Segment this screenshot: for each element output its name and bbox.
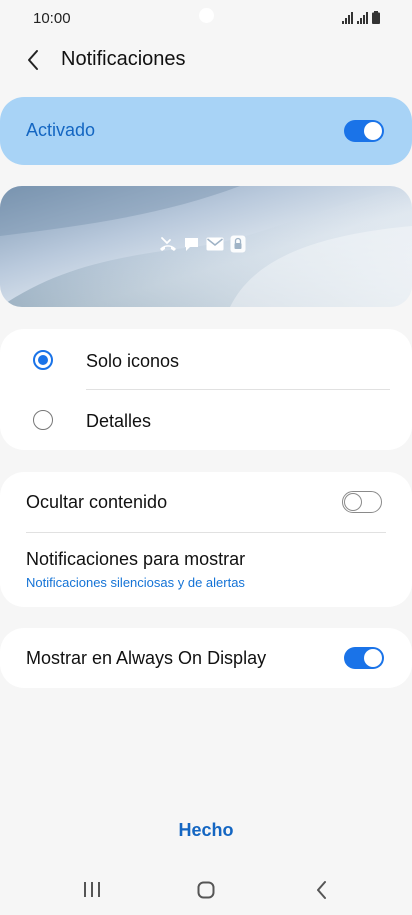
- header: Notificaciones: [0, 40, 412, 80]
- master-toggle[interactable]: [344, 120, 384, 142]
- aod-toggle[interactable]: [344, 647, 384, 669]
- missed-call-icon: [160, 237, 176, 251]
- done-button[interactable]: Hecho: [0, 820, 412, 841]
- toggle-knob: [364, 122, 382, 140]
- status-time: 10:00: [33, 10, 71, 27]
- hide-content-label: Ocultar contenido: [26, 492, 168, 512]
- recent-apps-button[interactable]: [77, 878, 107, 902]
- content-settings-card: Ocultar contenido Notificaciones para mo…: [0, 472, 412, 607]
- back-button[interactable]: [22, 48, 46, 72]
- home-button[interactable]: [191, 878, 221, 902]
- always-on-display-card[interactable]: Mostrar en Always On Display: [0, 628, 412, 688]
- back-icon: [317, 881, 326, 899]
- recent-apps-icon: [84, 882, 100, 897]
- aod-label: Mostrar en Always On Display: [26, 648, 267, 668]
- email-icon: [206, 237, 224, 251]
- signal-icon: [342, 12, 353, 24]
- option-label: Solo iconos: [86, 351, 180, 371]
- back-arrow-icon: [28, 50, 38, 70]
- option-label: Detalles: [86, 411, 152, 431]
- message-icon: [185, 237, 198, 251]
- notification-preview: [0, 186, 412, 307]
- status-bar: 10:00: [0, 0, 412, 36]
- signal-icon: [357, 12, 368, 24]
- hide-content-toggle[interactable]: [342, 491, 382, 513]
- toggle-knob: [364, 649, 382, 667]
- option-details[interactable]: Detalles: [0, 391, 412, 449]
- notification-style-card: Solo iconos Detalles: [0, 329, 412, 450]
- divider: [86, 389, 390, 390]
- notification-settings-screen: 10:00 Notificaciones Activado Solo icono…: [0, 0, 412, 915]
- radio-unselected[interactable]: [33, 410, 53, 430]
- toggle-knob: [344, 493, 362, 511]
- front-camera: [199, 8, 214, 23]
- status-icons: [342, 11, 380, 24]
- battery-icon: [372, 11, 380, 24]
- page-title: Notificaciones: [61, 48, 186, 70]
- nav-back-button[interactable]: [306, 878, 336, 902]
- navigation-bar: [0, 870, 412, 910]
- radio-selected[interactable]: [33, 350, 53, 370]
- home-icon: [197, 881, 215, 899]
- notifications-to-show-value: Notificaciones silenciosas y de alertas: [26, 575, 245, 590]
- notifications-to-show-label: Notificaciones para mostrar: [26, 549, 246, 569]
- lock-icon: [230, 235, 246, 253]
- master-switch-row[interactable]: Activado: [0, 97, 412, 165]
- preview-icons: [159, 235, 246, 253]
- hide-content-row[interactable]: Ocultar contenido: [0, 472, 412, 532]
- option-icons-only[interactable]: Solo iconos: [0, 331, 412, 389]
- notifications-to-show-row[interactable]: Notificaciones para mostrar Notificacion…: [0, 533, 412, 607]
- master-switch-label: Activado: [26, 120, 96, 140]
